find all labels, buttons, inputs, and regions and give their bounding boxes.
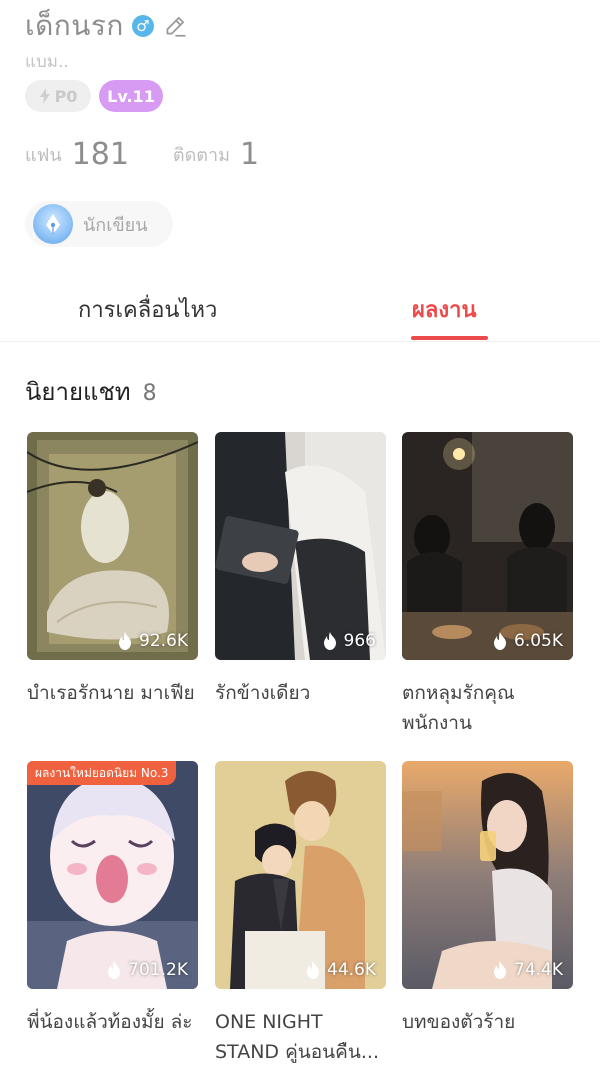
- work-title[interactable]: ตกหลุมรักคุณ พนักงาน: [402, 678, 578, 738]
- level-badge[interactable]: Lv.11: [99, 80, 163, 112]
- lightning-icon: [39, 88, 50, 104]
- pen-nib-icon: [33, 204, 73, 244]
- flame-icon: [307, 961, 319, 979]
- following-count[interactable]: 1: [240, 137, 259, 172]
- tab-works[interactable]: ผลงาน: [412, 292, 477, 327]
- work-cover[interactable]: ผลงานใหม่ยอดนิยม No.3 701.2K: [27, 761, 198, 989]
- points-badge[interactable]: P0: [25, 80, 91, 112]
- stats-row: แฟน 181 ติดตาม 1: [25, 134, 259, 174]
- writer-role-label: นักเขียน: [83, 214, 148, 236]
- flame-icon: [108, 961, 121, 979]
- view-count: 6.05K: [492, 631, 563, 651]
- cover-image: [215, 761, 386, 989]
- writer-role-chip[interactable]: นักเขียน: [25, 201, 173, 247]
- view-count-value: 74.4K: [514, 960, 563, 980]
- flame-icon: [494, 961, 506, 979]
- view-count: 74.4K: [492, 960, 563, 980]
- user-name: เด็กนรก: [25, 9, 124, 42]
- view-count: 701.2K: [106, 960, 188, 980]
- work-title[interactable]: บำเรอรักนาย มาเฟีย: [27, 678, 203, 708]
- work-card[interactable]: 92.6K บำเรอรักนาย มาเฟีย: [27, 432, 198, 708]
- active-tab-indicator: [411, 336, 488, 340]
- section-title: นิยายแชท: [25, 378, 131, 406]
- fans-count[interactable]: 181: [72, 137, 129, 172]
- work-cover[interactable]: 44.6K: [215, 761, 386, 989]
- profile-tabs: การเคลื่อนไหว ผลงาน: [0, 280, 600, 342]
- work-cover[interactable]: 92.6K: [27, 432, 198, 660]
- work-cover[interactable]: 6.05K: [402, 432, 573, 660]
- following-label[interactable]: ติดตาม: [173, 140, 230, 169]
- view-count: 966: [322, 631, 376, 651]
- view-count-value: 6.05K: [514, 631, 563, 651]
- profile-name-row: เด็กนรก ♂: [25, 8, 188, 44]
- section-count: 8: [142, 381, 157, 406]
- cover-image: [402, 761, 573, 989]
- work-card[interactable]: 44.6K ONE NIGHT STAND คู่นอนคืน...: [215, 761, 386, 1067]
- work-card[interactable]: 966 รักข้างเดียว: [215, 432, 386, 708]
- edit-pencil-icon[interactable]: [162, 13, 188, 39]
- flame-icon: [494, 632, 506, 650]
- points-badge-label: P0: [54, 86, 78, 106]
- work-title[interactable]: ONE NIGHT STAND คู่นอนคืน...: [215, 1007, 391, 1067]
- view-count: 44.6K: [305, 960, 376, 980]
- work-title[interactable]: รักข้างเดียว: [215, 678, 391, 708]
- work-cover[interactable]: 74.4K: [402, 761, 573, 989]
- cover-image: [215, 432, 386, 660]
- work-card[interactable]: ผลงานใหม่ยอดนิยม No.3 701.2K พี่น้องแล้ว…: [27, 761, 198, 1037]
- section-header: นิยายแชท 8: [25, 372, 157, 411]
- cover-image: [27, 761, 198, 989]
- fans-label[interactable]: แฟน: [25, 140, 62, 169]
- male-icon: ♂: [131, 15, 154, 37]
- view-count-value: 92.6K: [139, 631, 188, 651]
- work-title[interactable]: บทของตัวร้าย: [402, 1007, 578, 1037]
- work-cover[interactable]: 966: [215, 432, 386, 660]
- view-count: 92.6K: [117, 631, 188, 651]
- cover-image: [402, 432, 573, 660]
- flame-icon: [119, 632, 131, 650]
- view-count-value: 701.2K: [128, 960, 188, 980]
- work-title[interactable]: พี่น้องแล้วท้องมั้ย ล่ะ: [27, 1007, 203, 1037]
- view-count-value: 44.6K: [327, 960, 376, 980]
- view-count-value: 966: [343, 631, 376, 651]
- tab-activity[interactable]: การเคลื่อนไหว: [78, 292, 217, 327]
- work-card[interactable]: 74.4K บทของตัวร้าย: [402, 761, 573, 1037]
- flame-icon: [323, 632, 336, 650]
- badge-row: P0 Lv.11: [25, 80, 163, 112]
- work-tag-badge: ผลงานใหม่ยอดนิยม No.3: [27, 761, 177, 785]
- cover-image: [27, 432, 198, 660]
- work-card[interactable]: 6.05K ตกหลุมรักคุณ พนักงาน: [402, 432, 573, 738]
- user-bio: แบม..: [25, 52, 69, 72]
